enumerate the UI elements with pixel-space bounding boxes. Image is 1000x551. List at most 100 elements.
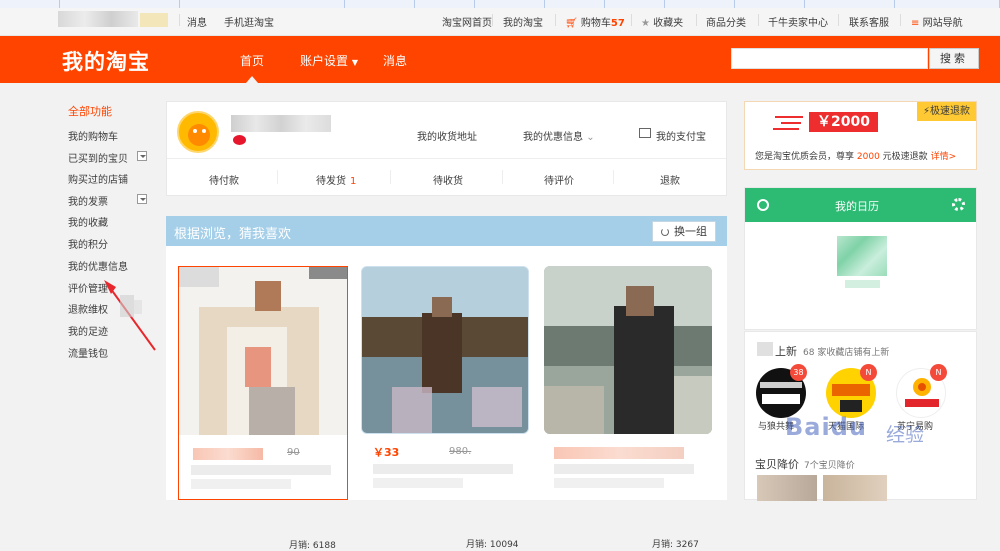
price-drop-subtitle: 7个宝贝降价 bbox=[804, 461, 855, 471]
cart-icon: 🛒︎ bbox=[565, 18, 578, 29]
topbar-favorites-link[interactable]: ★ 收藏夹 bbox=[641, 14, 683, 29]
avatar[interactable] bbox=[177, 111, 219, 153]
status-pending-review[interactable]: 待评价 bbox=[544, 172, 578, 187]
topbar-divider bbox=[758, 14, 759, 26]
sidebar-item-refunds[interactable]: 退款维权 bbox=[68, 301, 108, 316]
status-label: 待评价 bbox=[544, 176, 574, 187]
browser-tab[interactable] bbox=[475, 0, 545, 8]
refresh-icon bbox=[661, 228, 669, 236]
new-arrivals-title[interactable]: 上新 68 家收藏店铺有上新 bbox=[775, 343, 889, 359]
promo-decoration bbox=[781, 122, 801, 124]
product-card[interactable]: 90 月销: 6188 bbox=[178, 266, 348, 551]
promo-details-link[interactable]: 详情> bbox=[931, 152, 957, 162]
topbar-divider bbox=[555, 14, 556, 26]
topbar-site-nav-link[interactable]: ≡ 网站导航 bbox=[911, 14, 963, 29]
price-drop-title[interactable]: 宝贝降价 7个宝贝降价 bbox=[755, 456, 855, 472]
topbar-divider bbox=[696, 14, 697, 26]
product-photo-blurred bbox=[179, 267, 347, 435]
status-pending-shipment[interactable]: 待发货 1 bbox=[316, 172, 356, 187]
baidu-watermark: Baidu bbox=[785, 413, 867, 441]
sidebar-item-cart[interactable]: 我的购物车 bbox=[68, 128, 118, 143]
promo-description: 您是淘宝优质会员，尊享 2000 元极速退款 详情> bbox=[755, 149, 956, 162]
status-pending-receipt[interactable]: 待收货 bbox=[433, 172, 467, 187]
my-taobao-logo[interactable]: 我的淘宝 bbox=[62, 46, 150, 76]
site-topbar: 消息 手机逛淘宝 淘宝网首页 我的淘宝 🛒︎ 购物车57 ★ 收藏夹 商品分类 … bbox=[0, 8, 1000, 36]
promo-text-amount: 2000 bbox=[856, 152, 880, 162]
status-pending-payment[interactable]: 待付款 bbox=[209, 172, 243, 187]
browser-tab[interactable] bbox=[895, 0, 1000, 8]
browser-tab[interactable] bbox=[545, 0, 605, 8]
browser-tab[interactable] bbox=[735, 0, 805, 8]
browser-tab[interactable] bbox=[605, 0, 665, 8]
invoices-expand-icon[interactable] bbox=[137, 194, 147, 204]
sidebar-item-data-wallet[interactable]: 流量钱包 bbox=[68, 345, 108, 360]
brand-badge: N bbox=[930, 364, 947, 381]
product-image[interactable] bbox=[544, 266, 712, 434]
fast-refund-promo[interactable]: ￥2000 ⚡︎极速退款 您是淘宝优质会员，尊享 2000 元极速退款 详情> bbox=[744, 101, 977, 170]
title-blurred bbox=[373, 478, 463, 488]
price-blurred bbox=[193, 448, 263, 460]
original-price: 980. bbox=[449, 446, 472, 457]
site-nav-label: 网站导航 bbox=[922, 18, 963, 29]
address-link[interactable]: 我的收货地址 bbox=[417, 128, 477, 143]
cart-label: 购物车 bbox=[580, 18, 611, 29]
username-blurred[interactable] bbox=[58, 11, 138, 27]
username-blurred-badge bbox=[140, 13, 168, 27]
search-input[interactable] bbox=[731, 48, 928, 69]
topbar-support-link[interactable]: 联系客服 bbox=[849, 14, 889, 29]
sidebar-item-footprints[interactable]: 我的足迹 bbox=[68, 323, 108, 338]
browser-tab[interactable] bbox=[0, 0, 60, 8]
sidebar-item-points[interactable]: 我的积分 bbox=[68, 236, 108, 251]
gear-icon[interactable] bbox=[952, 198, 965, 211]
status-count: 1 bbox=[350, 176, 357, 187]
promo-amount: ￥2000 bbox=[809, 112, 878, 132]
status-refunds[interactable]: 退款 bbox=[660, 172, 684, 187]
topbar-cart-link[interactable]: 🛒︎ 购物车57 bbox=[565, 14, 625, 29]
price-blurred bbox=[554, 447, 684, 459]
browser-tab[interactable] bbox=[60, 0, 180, 8]
sidebar-item-shops[interactable]: 购买过的店铺 bbox=[68, 171, 128, 186]
topbar-categories-link[interactable]: 商品分类 bbox=[706, 14, 746, 29]
browser-tab[interactable] bbox=[415, 0, 475, 8]
sidebar-item-invoices[interactable]: 我的发票 bbox=[68, 193, 108, 208]
weibo-icon[interactable] bbox=[233, 135, 246, 145]
swap-button[interactable]: 换一组 bbox=[652, 221, 716, 242]
browser-tab[interactable] bbox=[665, 0, 735, 8]
product-photo-blurred bbox=[362, 267, 528, 433]
lightning-icon: ⚡︎ bbox=[922, 106, 930, 117]
sidebar-item-discounts[interactable]: 我的优惠信息 bbox=[68, 258, 128, 273]
purchased-expand-icon[interactable] bbox=[137, 151, 147, 161]
price-drop-thumb[interactable] bbox=[823, 475, 887, 501]
profile-panel: 我的收货地址 我的优惠信息 ⌄ 我的支付宝 待付款 待发货 1 待收货 待评价 退… bbox=[166, 101, 727, 196]
topbar-messages-link[interactable]: 消息 bbox=[187, 14, 207, 29]
topbar-mobile-link[interactable]: 手机逛淘宝 bbox=[224, 14, 274, 29]
main-header: 我的淘宝 首页 账户设置 ▼ 消息 搜索 bbox=[0, 36, 1000, 83]
topbar-home-link[interactable]: 淘宝网首页 bbox=[442, 14, 492, 29]
sidebar-item-favorites[interactable]: 我的收藏 bbox=[68, 214, 108, 229]
price-drop-label: 宝贝降价 bbox=[755, 458, 799, 471]
alipay-link[interactable]: 我的支付宝 bbox=[656, 128, 706, 143]
browser-tab[interactable] bbox=[805, 0, 895, 8]
nav-messages[interactable]: 消息 bbox=[383, 52, 407, 69]
sidebar-title[interactable]: 全部功能 bbox=[68, 103, 112, 119]
search-button[interactable]: 搜索 bbox=[929, 48, 979, 69]
nav-account-settings[interactable]: 账户设置 ▼ bbox=[300, 52, 358, 69]
product-image[interactable] bbox=[179, 267, 347, 435]
profile-divider bbox=[167, 158, 726, 159]
topbar-my-taobao-link[interactable]: 我的淘宝 bbox=[503, 14, 543, 29]
browser-tab[interactable] bbox=[180, 0, 345, 8]
sidebar-item-reviews[interactable]: 评价管理 bbox=[68, 280, 108, 295]
product-card[interactable]: ￥33 980. 月销: 10094 bbox=[361, 266, 531, 550]
new-arrivals-label: 上新 bbox=[775, 345, 797, 358]
product-card[interactable]: 月销: 3267 bbox=[544, 266, 714, 550]
topbar-seller-center-link[interactable]: 千牛卖家中心 bbox=[768, 14, 828, 29]
discounts-link[interactable]: 我的优惠信息 ⌄ bbox=[523, 128, 595, 143]
browser-tab[interactable] bbox=[345, 0, 415, 8]
title-blurred bbox=[191, 465, 331, 475]
price-drop-thumb[interactable] bbox=[757, 475, 817, 501]
product-image[interactable] bbox=[361, 266, 529, 434]
nav-home[interactable]: 首页 bbox=[240, 52, 264, 69]
star-icon: ★ bbox=[641, 18, 650, 29]
title-blurred bbox=[554, 464, 694, 474]
sidebar-item-purchased[interactable]: 已买到的宝贝 bbox=[68, 150, 128, 165]
